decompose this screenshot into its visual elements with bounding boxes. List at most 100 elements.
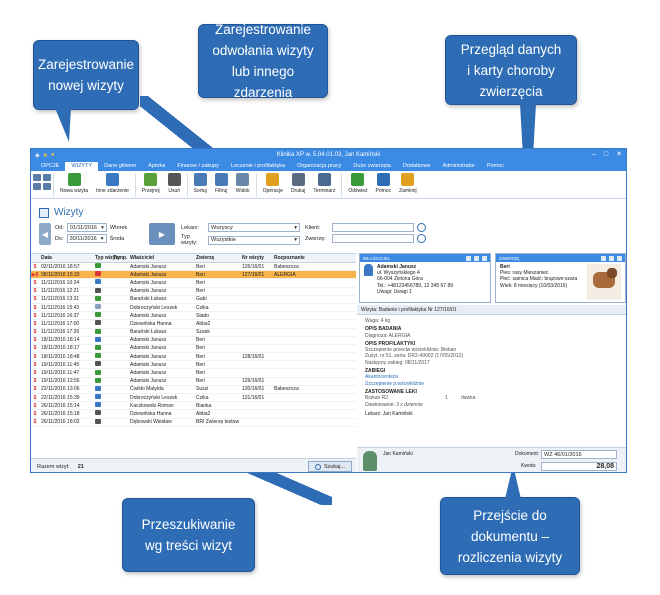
ribbon-button[interactable]: Usuń (164, 173, 185, 197)
close-button[interactable]: ✕ (616, 149, 622, 161)
visit-type-icon (95, 312, 101, 318)
maximize-button[interactable]: □ (604, 149, 608, 161)
table-cell: 131/16/01 (242, 394, 265, 401)
table-row[interactable]: $18/11/2016 18:48 Adamski Janusz Beri 128/1… (31, 353, 356, 362)
row-marker: $ (33, 312, 37, 319)
menu-item[interactable]: Duże zwierzęta (347, 162, 397, 171)
next-period-button[interactable]: ▶ (149, 223, 175, 245)
visit-type-icon (95, 402, 101, 408)
table-row[interactable]: $26/11/2016 15:14 Kaczkowski Roman Bianka (31, 402, 356, 411)
table-row[interactable]: $18/11/2016 18:14 Adamski Janusz Beri (31, 336, 356, 345)
row-marker: $ (33, 320, 37, 327)
ribbon-icon (291, 173, 305, 186)
row-marker: $ (33, 304, 37, 311)
animal-age: Wiek: 8 miesięcy (10/03/2016) (500, 282, 568, 289)
kwota-field: 28,08 (541, 462, 617, 471)
table-row[interactable]: ▶$ 08/11/2016 15:33 Adamski Janusz Beri 127/… (31, 271, 356, 280)
menu-item[interactable]: WIZYTY (65, 162, 99, 171)
ribbon-label: Inne zdarzenie (96, 188, 129, 194)
typ-wizyty-select[interactable]: Wszystkie ▾ (208, 235, 300, 245)
menu-item[interactable]: Dodatkowe (397, 162, 437, 171)
cell-typ (95, 271, 113, 278)
dokument-field[interactable]: WZ 46/01/2016 (541, 450, 617, 459)
lekarz-select[interactable]: Wszyscy ▾ (208, 223, 300, 232)
table-row[interactable]: $11/11/2016 15:43 Dobroczyński Leszek Czik… (31, 304, 356, 313)
do-date-input[interactable]: 30/11/2016 ▾ (66, 234, 107, 243)
ribbon-button[interactable]: Drukuj (287, 173, 309, 197)
col-typ[interactable]: Typ wizyty (95, 255, 120, 261)
table-row[interactable]: $11/11/2016 12:21 Adamski Janusz Beri (31, 287, 356, 296)
menu-item[interactable]: Leczenie i profilaktyka (225, 162, 291, 171)
visit-type-icon (95, 353, 101, 359)
tab-visit-detail[interactable]: Wizyta: Badanie i profilaktyka Nr 127/16… (357, 305, 626, 315)
ribbon-button[interactable]: Terminarz (309, 173, 339, 197)
visit-type-icon (95, 377, 101, 383)
table-row[interactable]: $26/11/2016 15:18 Dziewińska Hanna Abba2 (31, 410, 356, 419)
row-marker: ▶$ (31, 271, 39, 278)
table-row[interactable]: $11/11/2016 17:26 Barański Łukasz Szank (31, 328, 356, 337)
table-row[interactable]: $22/11/2016 15:39 Dobroczyński Leszek Czik… (31, 394, 356, 403)
table-row[interactable]: $26/11/2016 18:02 Dębowski Wiesław BRI Zwi… (31, 418, 356, 427)
table-row[interactable]: $11/11/2016 17:00 Dziewińska Hanna Abba2 (31, 320, 356, 329)
ribbon-label: Filtruj (215, 188, 228, 194)
table-row[interactable]: $02/11/2016 18:57 Adamski Janusz Beri 126/1… (31, 263, 356, 272)
search-visits-button[interactable]: Szukaj... (308, 461, 352, 472)
table-cell: 22/11/2016 13:06 (41, 386, 80, 393)
ribbon-button[interactable]: Przejmij (138, 173, 164, 197)
ribbon-button[interactable]: Widok (232, 173, 254, 197)
lekarz-label: Lekarz: (181, 224, 200, 231)
zabieg-link[interactable]: Szczepienie p.wściekliźnie (365, 381, 620, 387)
ribbon-button[interactable]: Nowa wizyta (56, 173, 92, 197)
prev-period-button[interactable]: ◀ (39, 223, 51, 245)
zwierze-search-icon[interactable] (417, 234, 426, 243)
col-zwierze[interactable]: Zwierzę (196, 255, 242, 261)
menu-item[interactable]: Apteka (142, 162, 171, 171)
nav-pad[interactable] (31, 173, 51, 191)
menu-item[interactable]: Organizacja pracy (291, 162, 347, 171)
table-row[interactable]: $11/11/2016 10:24 Adamski Janusz Beri (31, 279, 356, 288)
table-cell: Beri (196, 353, 205, 360)
col-rozpoznanie[interactable]: Rozpoznanie (274, 255, 314, 261)
col-nr[interactable]: Nr wizyty (242, 255, 274, 261)
cell-typ (95, 263, 113, 270)
table-row[interactable]: $11/11/2016 13:31 Barański Łukasz Gabi (31, 295, 356, 304)
table-cell: 11/11/2016 10:24 (41, 279, 80, 286)
row-marker: $ (33, 296, 37, 303)
table-cell: 18/11/2016 18:48 (41, 353, 80, 360)
col-temp[interactable]: Temp. (113, 255, 130, 261)
ribbon-button[interactable]: Pomoc (372, 173, 396, 197)
zwierze-input[interactable] (332, 234, 414, 243)
ribbon-button[interactable]: Sortuj (190, 173, 211, 197)
table-row[interactable]: $11/11/2016 16:37 Adamski Janusz Stado (31, 312, 356, 321)
table-cell: 127/16/01 (242, 271, 265, 278)
col-wlasciciel[interactable]: Właściciel (130, 255, 196, 261)
menu-item[interactable]: Pomoc (481, 162, 510, 171)
visit-type-icon (95, 394, 101, 400)
table-row[interactable]: $22/11/2016 13:06 Ćwikło Matylda Suszi 130/… (31, 385, 356, 394)
col-data[interactable]: Data (39, 255, 95, 261)
menu-item[interactable]: Finanse / zakupy (171, 162, 225, 171)
table-cell: 02/11/2016 18:57 (41, 263, 80, 270)
row-marker: $ (33, 402, 37, 409)
table-row[interactable]: $18/11/2016 18:17 Adamski Janusz Beri (31, 344, 356, 354)
page-title: Wizyty (39, 207, 83, 218)
ribbon-button[interactable]: Inne zdarzenie (92, 173, 133, 197)
ribbon-button[interactable]: Odśwież (344, 173, 371, 197)
ribbon-button[interactable]: Operacje (259, 173, 287, 197)
cell-typ (95, 304, 113, 311)
table-cell: Beri (196, 337, 205, 344)
table-cell: 22/11/2016 15:39 (41, 394, 80, 401)
ribbon-button[interactable]: Filtruj (211, 173, 232, 197)
klient-search-icon[interactable] (417, 223, 426, 232)
minimize-button[interactable]: – (592, 149, 596, 161)
menu-item[interactable]: OPCJE (35, 162, 65, 171)
table-row[interactable]: $19/11/2016 11:47 Adamski Janusz Beri (31, 369, 356, 378)
table-cell: Ćwikło Matylda (130, 386, 164, 393)
table-row[interactable]: $19/11/2016 11:45 Adamski Janusz Beri (31, 361, 356, 370)
table-row[interactable]: $19/11/2016 12:56 Adamski Janusz Beri 129/1… (31, 377, 356, 386)
menu-item[interactable]: Administrator (437, 162, 481, 171)
ribbon-button[interactable]: Zamknij (395, 173, 421, 197)
od-date-input[interactable]: 01/11/2016 ▾ (66, 223, 107, 232)
menu-item[interactable]: Dane główne (98, 162, 142, 171)
klient-input[interactable] (332, 223, 414, 232)
